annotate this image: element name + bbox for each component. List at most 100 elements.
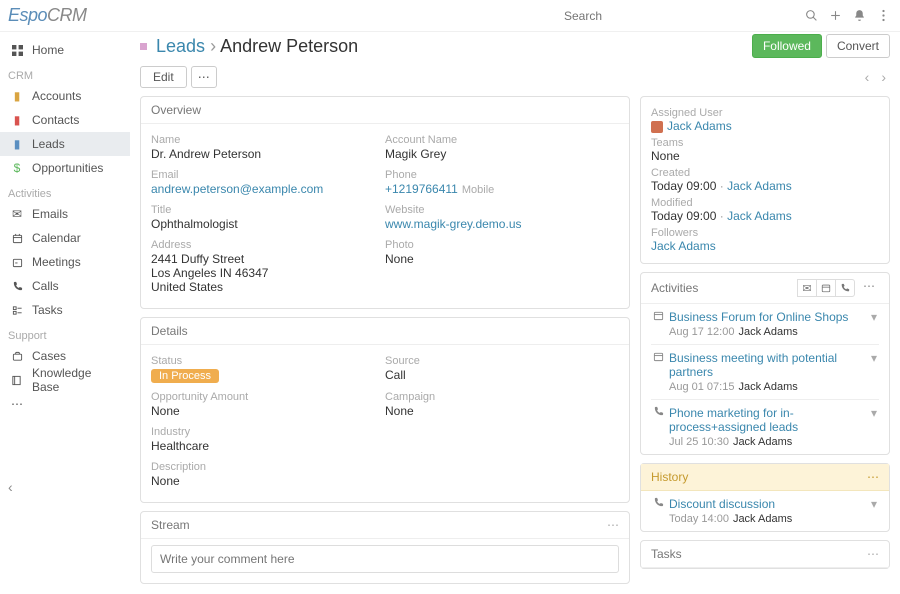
activities-menu[interactable]: ⋯ bbox=[859, 279, 879, 297]
schedule-meeting-button[interactable] bbox=[816, 279, 836, 297]
sidebar-item-calendar[interactable]: Calendar bbox=[0, 226, 130, 250]
status-badge: In Process bbox=[151, 369, 219, 383]
history-menu[interactable]: ⋯ bbox=[867, 470, 879, 484]
global-search-input[interactable] bbox=[558, 5, 798, 27]
field-industry: Healthcare bbox=[151, 439, 385, 453]
field-campaign: None bbox=[385, 404, 619, 418]
followed-button[interactable]: Followed bbox=[752, 34, 822, 58]
history-panel: History ⋯ Discount discussion Today 14:0… bbox=[640, 463, 890, 532]
field-address: 2441 Duffy Street Los Angeles IN 46347 U… bbox=[151, 252, 385, 294]
sidebar-item-calls[interactable]: Calls bbox=[0, 274, 130, 298]
tasks-menu[interactable]: ⋯ bbox=[867, 547, 879, 561]
calendar-icon bbox=[8, 233, 26, 244]
breadcrumb-module[interactable]: Leads bbox=[156, 36, 205, 56]
field-oppamt: None bbox=[151, 404, 385, 418]
notifications-icon[interactable] bbox=[848, 5, 870, 27]
app-logo: EspoCRM bbox=[8, 5, 87, 26]
activity-item: Business meeting with potential partners… bbox=[651, 344, 879, 399]
chevron-left-icon: ‹ bbox=[8, 479, 13, 495]
tasks-panel: Tasks ⋯ bbox=[640, 540, 890, 569]
sidebar-item-kb[interactable]: Knowledge Base bbox=[0, 368, 130, 392]
field-description: None bbox=[151, 474, 619, 488]
calendar-icon bbox=[653, 310, 669, 338]
sidebar-item-meetings[interactable]: Meetings bbox=[0, 250, 130, 274]
modified-time: Today 09:00 bbox=[651, 209, 716, 223]
sidebar-item-emails[interactable]: ✉ Emails bbox=[0, 202, 130, 226]
field-teams: None bbox=[651, 149, 879, 163]
ellipsis-icon: ⋯ bbox=[8, 397, 26, 411]
briefcase-icon bbox=[8, 351, 26, 362]
sidebar-item-leads[interactable]: ▮ Leads bbox=[0, 132, 130, 156]
stream-comment-input[interactable] bbox=[151, 545, 619, 573]
convert-button[interactable]: Convert bbox=[826, 34, 890, 58]
created-by-link[interactable]: Jack Adams bbox=[727, 179, 792, 193]
tasks-icon bbox=[8, 305, 26, 316]
activity-item: Phone marketing for in-process+assigned … bbox=[651, 399, 879, 454]
activity-link[interactable]: Phone marketing for in-process+assigned … bbox=[669, 406, 798, 434]
stream-menu[interactable]: ⋯ bbox=[607, 518, 619, 532]
details-title: Details bbox=[151, 324, 188, 338]
phone-icon bbox=[653, 406, 669, 448]
sidebar-item-contacts[interactable]: ▮ Contacts bbox=[0, 108, 130, 132]
edit-button[interactable]: Edit bbox=[140, 66, 187, 88]
kebab-menu-icon[interactable] bbox=[872, 5, 894, 27]
next-record-button[interactable]: › bbox=[877, 67, 890, 87]
book-icon bbox=[8, 375, 26, 386]
search-icon[interactable] bbox=[800, 5, 822, 27]
field-source: Call bbox=[385, 368, 619, 382]
avatar bbox=[651, 121, 663, 133]
compose-email-button[interactable]: ✉ bbox=[797, 279, 817, 297]
overview-title: Overview bbox=[151, 103, 201, 117]
contacts-icon: ▮ bbox=[8, 113, 26, 127]
sidebar-section-crm: CRM bbox=[0, 62, 130, 84]
envelope-icon: ✉ bbox=[802, 282, 811, 295]
history-item-menu[interactable]: ▾ bbox=[867, 497, 877, 525]
stream-panel: Stream ⋯ bbox=[140, 511, 630, 584]
sidebar-item-accounts[interactable]: ▮ Accounts bbox=[0, 84, 130, 108]
activity-item-menu[interactable]: ▾ bbox=[867, 351, 877, 393]
phone-icon bbox=[653, 497, 669, 525]
sidebar-section-activities: Activities bbox=[0, 180, 130, 202]
details-panel: Details Status In Process Source Call bbox=[140, 317, 630, 503]
quick-create-icon[interactable] bbox=[824, 5, 846, 27]
field-website[interactable]: www.magik-grey.demo.us bbox=[385, 217, 522, 231]
sidebar-item-opportunities[interactable]: $ Opportunities bbox=[0, 156, 130, 180]
ellipsis-icon: ⋯ bbox=[198, 70, 210, 84]
field-email[interactable]: andrew.peterson@example.com bbox=[151, 182, 323, 196]
calendar-icon bbox=[821, 283, 831, 293]
activities-panel: Activities ✉ ⋯ bbox=[640, 272, 890, 455]
grid-icon bbox=[8, 45, 26, 56]
assigned-user-link[interactable]: Jack Adams bbox=[667, 119, 732, 133]
follower-link[interactable]: Jack Adams bbox=[651, 239, 716, 253]
bookmark-icon: ▮ bbox=[8, 89, 26, 103]
prev-record-button[interactable]: ‹ bbox=[861, 67, 874, 87]
sidebar-item-tasks[interactable]: Tasks bbox=[0, 298, 130, 322]
field-title: Ophthalmologist bbox=[151, 217, 385, 231]
history-link[interactable]: Discount discussion bbox=[669, 497, 775, 511]
breadcrumb: Leads › Andrew Peterson bbox=[140, 36, 358, 57]
field-account: Magik Grey bbox=[385, 147, 619, 161]
field-name: Dr. Andrew Peterson bbox=[151, 147, 385, 161]
log-call-button[interactable] bbox=[835, 279, 855, 297]
sidebar-item-cases[interactable]: Cases bbox=[0, 344, 130, 368]
sidebar-more[interactable]: ⋯ bbox=[0, 392, 130, 416]
modified-by-link[interactable]: Jack Adams bbox=[727, 209, 792, 223]
record-name: Andrew Peterson bbox=[220, 36, 358, 56]
activity-link[interactable]: Business Forum for Online Shops bbox=[669, 310, 848, 324]
sidebar: Home CRM ▮ Accounts ▮ Contacts ▮ Leads $… bbox=[0, 32, 130, 594]
sidebar-collapse[interactable]: ‹ bbox=[8, 479, 13, 495]
history-title: History bbox=[651, 470, 688, 484]
phone-icon bbox=[8, 281, 26, 292]
field-photo: None bbox=[385, 252, 619, 266]
activities-title: Activities bbox=[651, 281, 698, 295]
activity-link[interactable]: Business meeting with potential partners bbox=[669, 351, 837, 379]
activity-item-menu[interactable]: ▾ bbox=[867, 310, 877, 338]
more-actions-button[interactable]: ⋯ bbox=[191, 66, 217, 88]
history-item: Discount discussion Today 14:00Jack Adam… bbox=[651, 491, 879, 531]
sidebar-item-home[interactable]: Home bbox=[0, 38, 130, 62]
calendar-icon bbox=[653, 351, 669, 393]
side-meta-panel: Assigned User Jack Adams Teams None Crea… bbox=[640, 96, 890, 264]
field-phone[interactable]: +1219766411 bbox=[385, 182, 458, 196]
activity-item-menu[interactable]: ▾ bbox=[867, 406, 877, 448]
sidebar-section-support: Support bbox=[0, 322, 130, 344]
